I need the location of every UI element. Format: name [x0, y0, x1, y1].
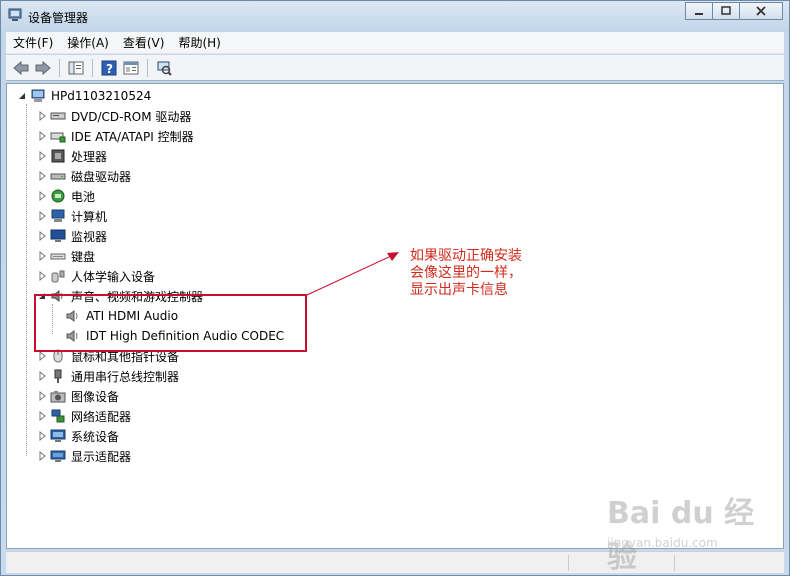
watermark-url: jingyan.baidu.com [607, 536, 718, 550]
window-title: 设备管理器 [28, 11, 89, 25]
forward-arrow-icon [35, 60, 51, 75]
annotation-arrow [306, 252, 399, 296]
annotation-line: 会像这里的一样， [410, 265, 522, 281]
device-manager-window: 设备管理器 文件(F) 操作(A) 查看(V) 帮助(H) ? HPd11032… [0, 0, 790, 576]
device-manager-icon [8, 8, 22, 21]
back-arrow-icon [13, 60, 29, 75]
minimize-icon [695, 13, 703, 15]
show-hide-tree-icon [68, 61, 84, 74]
forward-button[interactable] [32, 57, 54, 79]
device-tree-pane[interactable]: HPd1103210524 DVD/CD-ROM 驱动器 IDE ATA/ATA… [6, 83, 784, 549]
properties-button[interactable] [120, 57, 142, 79]
menu-action[interactable]: 操作(A) [60, 33, 116, 53]
close-button[interactable] [739, 2, 783, 20]
annotation-line: 如果驱动正确安装 [410, 248, 522, 264]
scan-hardware-icon [157, 61, 172, 76]
menu-bar: 文件(F) 操作(A) 查看(V) 帮助(H) [6, 32, 784, 54]
close-icon [756, 6, 766, 16]
menu-file[interactable]: 文件(F) [6, 33, 60, 53]
annotation-text: 如果驱动正确安装 会像这里的一样， 显示出声卡信息 [410, 248, 610, 299]
toolbar: ? [6, 55, 784, 81]
toolbar-separator [147, 58, 148, 77]
annotation-line: 显示出声卡信息 [410, 282, 508, 298]
menu-view[interactable]: 查看(V) [116, 33, 172, 53]
title-bar[interactable]: 设备管理器 [1, 1, 789, 31]
status-segment [568, 555, 569, 571]
menu-help[interactable]: 帮助(H) [171, 33, 227, 53]
watermark-brand: Bai du 经验 [607, 496, 755, 575]
maximize-button[interactable] [712, 2, 740, 20]
help-icon: ? [101, 60, 117, 76]
baidu-watermark: Bai du 经验 jingyan.baidu.com [607, 488, 757, 575]
maximize-icon [721, 6, 731, 15]
minimize-button[interactable] [685, 2, 713, 20]
show-hide-tree-button[interactable] [65, 57, 87, 79]
svg-text:?: ? [106, 62, 113, 76]
scan-hardware-button[interactable] [153, 57, 175, 79]
properties-icon [123, 61, 139, 74]
toolbar-separator [59, 58, 60, 77]
toolbar-separator [92, 58, 93, 77]
back-button[interactable] [10, 57, 32, 79]
help-button[interactable]: ? [98, 57, 120, 79]
